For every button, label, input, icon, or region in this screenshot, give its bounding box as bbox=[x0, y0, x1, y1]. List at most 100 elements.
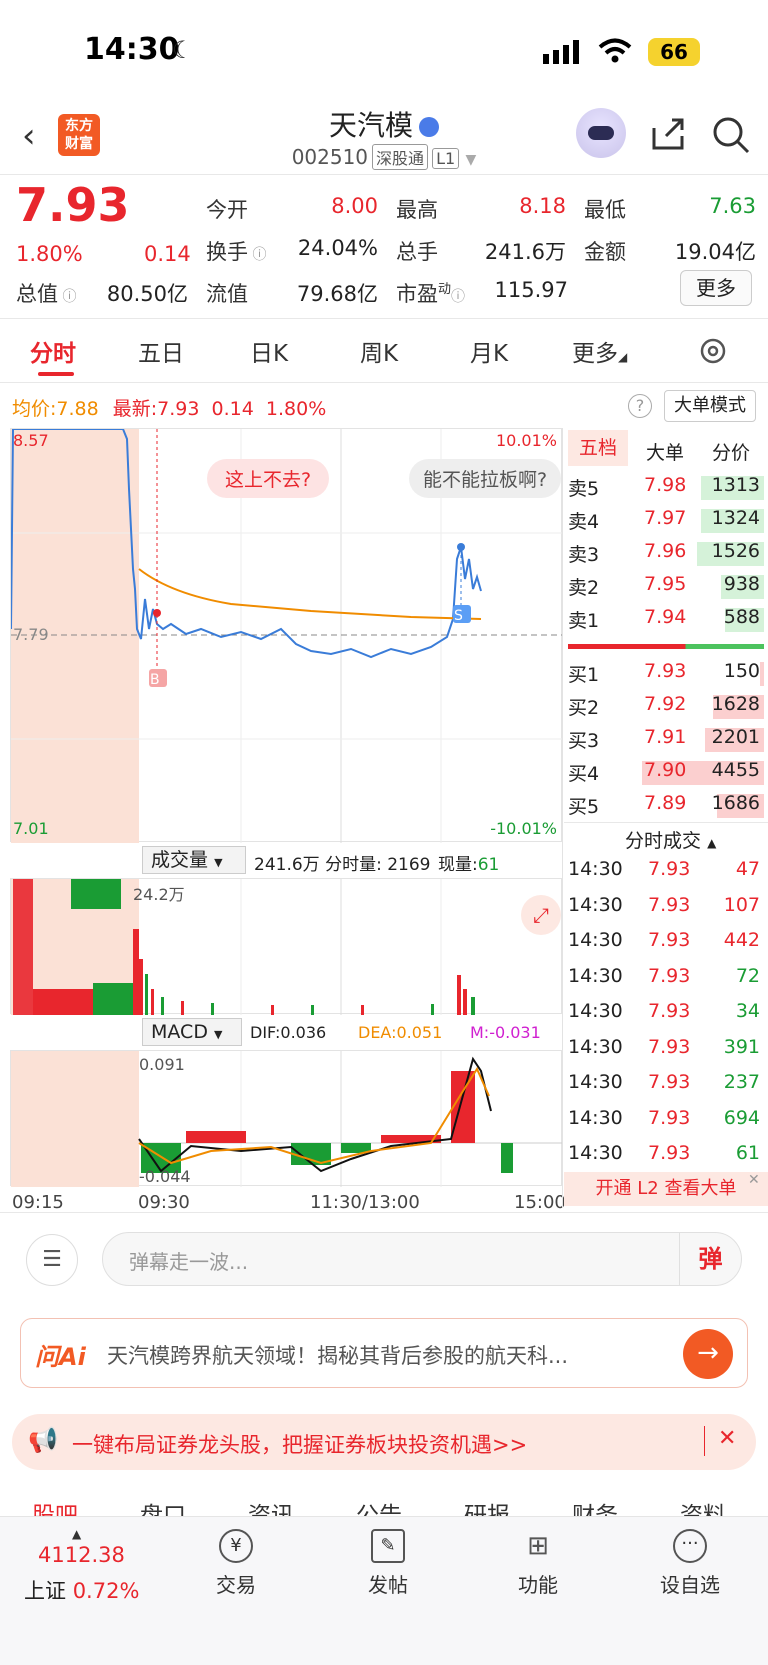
sell-marker: S bbox=[454, 608, 463, 624]
time-0: 09:15 bbox=[12, 1192, 64, 1213]
time-1: 09:30 bbox=[138, 1192, 190, 1213]
bid-row[interactable]: 买1 7.93 150 bbox=[568, 660, 764, 690]
danmu-send-button[interactable]: 弹 bbox=[679, 1233, 741, 1285]
trade-row: 14:30 7.93 107 bbox=[568, 893, 760, 916]
ai-go-button[interactable]: → bbox=[683, 1329, 733, 1379]
ob-tab-five[interactable]: 五档 bbox=[568, 430, 628, 466]
big-order-mode-button[interactable]: 大单模式 bbox=[664, 390, 756, 422]
float-label: 流值 bbox=[206, 282, 248, 306]
tab-monthly[interactable]: 月K bbox=[470, 334, 508, 368]
amount-value: 19.04亿 bbox=[674, 240, 756, 264]
macd-selector[interactable]: MACD ▼ bbox=[142, 1018, 242, 1046]
tab-more[interactable]: 更多◢ bbox=[572, 334, 627, 368]
mcap-value: 80.50亿 bbox=[106, 282, 188, 306]
change-abs: 0.14 bbox=[144, 242, 191, 266]
macd-bot-label: -0.044 bbox=[139, 1167, 191, 1186]
tab-weekly[interactable]: 周K bbox=[360, 334, 398, 368]
time-2: 11:30/13:00 bbox=[310, 1192, 420, 1213]
pct-bot-label: -10.01% bbox=[490, 819, 557, 838]
signal-icon bbox=[543, 40, 579, 64]
status-time: 14:30 bbox=[84, 32, 180, 67]
bid-row[interactable]: 买3 7.91 2201 bbox=[568, 726, 764, 756]
mcap-label[interactable]: 总值 ⓘ bbox=[16, 278, 76, 308]
chart-info: 均价:7.88 最新:7.93 0.14 1.80% bbox=[12, 398, 327, 420]
pe-value: 115.97 bbox=[494, 278, 568, 302]
change-pct: 1.80% bbox=[16, 242, 83, 266]
trade-row: 14:30 7.93 61 bbox=[568, 1142, 760, 1164]
amount-label: 金额 bbox=[584, 240, 626, 264]
trade-row: 14:30 7.93 391 bbox=[568, 1035, 760, 1058]
tab-daily[interactable]: 日K bbox=[250, 334, 288, 368]
current-price: 7.93 bbox=[16, 178, 130, 232]
ask-row[interactable]: 卖1 7.94 588 bbox=[568, 606, 764, 636]
volume-chart[interactable]: 24.2万 ⤢ bbox=[10, 878, 562, 1015]
nav-trade[interactable]: ¥ 交易 bbox=[186, 1529, 286, 1598]
danmu-bubble-1: 这上不去? bbox=[207, 459, 330, 498]
trade-row: 14:30 7.93 72 bbox=[568, 964, 760, 987]
open-label: 今开 bbox=[206, 198, 248, 222]
tab-underline bbox=[38, 372, 74, 376]
ai-suggestion[interactable]: 问Ai 天汽模跨界航天领域！揭秘其背后参股的航天科... → bbox=[20, 1318, 748, 1388]
trade-row: 14:30 7.93 34 bbox=[568, 1000, 760, 1022]
high-value: 8.18 bbox=[519, 194, 566, 218]
tab-intraday[interactable]: 分时 bbox=[30, 334, 76, 368]
bid-row[interactable]: 买2 7.92 1628 bbox=[568, 693, 764, 723]
ask-row[interactable]: 卖5 7.98 1313 bbox=[568, 474, 764, 504]
volume-label: 总手 bbox=[396, 240, 438, 264]
bid-row[interactable]: 买5 7.89 1686 bbox=[568, 792, 764, 822]
nav-post[interactable]: ✎ 发帖 bbox=[338, 1529, 438, 1598]
pct-top-label: 10.01% bbox=[495, 431, 557, 450]
ask-row[interactable]: 卖4 7.97 1324 bbox=[568, 507, 764, 537]
volume-value: 241.6万 bbox=[484, 240, 566, 264]
trades-title[interactable]: 分时成交 ▲ bbox=[625, 826, 716, 853]
volume-header: 成交量 ▼ 241.6万 分时量: 2169 现量:61 bbox=[10, 846, 562, 876]
nav-function[interactable]: ⊞ 功能 bbox=[488, 1529, 588, 1598]
bid-row[interactable]: 买4 7.90 4455 bbox=[568, 759, 764, 789]
trade-icon: ¥ bbox=[219, 1529, 253, 1563]
expand-icon[interactable]: ⤢ bbox=[521, 895, 561, 935]
macd-chart[interactable]: 0.091 -0.044 bbox=[10, 1050, 563, 1187]
float-value: 79.68亿 bbox=[296, 282, 378, 306]
trade-row: 14:30 7.93 237 bbox=[568, 1071, 760, 1093]
turnover-label[interactable]: 换手 ⓘ bbox=[206, 236, 266, 266]
search-icon[interactable] bbox=[712, 116, 750, 154]
low-label: 最低 bbox=[584, 198, 626, 222]
promo-banner[interactable]: 📢 一键布局证券龙头股，把握证券板块投资机遇>> ✕ bbox=[12, 1414, 756, 1470]
time-3: 15:00 bbox=[514, 1192, 566, 1213]
ob-tab-price[interactable]: 分价 bbox=[712, 438, 750, 465]
pe-label[interactable]: 市盈动ⓘ bbox=[396, 278, 465, 308]
battery-indicator: 66 bbox=[648, 38, 700, 66]
nav-watchlist[interactable]: ··· 设自选 bbox=[640, 1529, 740, 1598]
gear-icon[interactable] bbox=[698, 336, 728, 366]
share-icon[interactable] bbox=[650, 116, 686, 152]
danmu-list-icon[interactable]: ☰ bbox=[26, 1234, 78, 1286]
moon-icon: ☾ bbox=[172, 36, 194, 64]
robot-avatar[interactable] bbox=[576, 108, 626, 158]
tab-5day[interactable]: 五日 bbox=[138, 334, 184, 368]
banner-close-icon[interactable]: ✕ bbox=[718, 1426, 736, 1451]
trade-row: 14:30 7.93 47 bbox=[568, 858, 760, 880]
danmu-input[interactable]: 弹幕走一波... 弹 bbox=[102, 1232, 742, 1286]
turnover-value: 24.04% bbox=[297, 236, 378, 260]
trade-row: 14:30 7.93 694 bbox=[568, 1106, 760, 1129]
more-button[interactable]: 更多 bbox=[680, 270, 752, 306]
trade-row: 14:30 7.93 442 bbox=[568, 929, 760, 951]
buy-marker: B bbox=[150, 672, 160, 688]
macd-top-label: 0.091 bbox=[139, 1055, 185, 1074]
volume-max-label: 24.2万 bbox=[133, 885, 185, 904]
danmu-bubble-2: 能不能拉板啊? bbox=[409, 459, 562, 498]
l2-banner[interactable]: 开通 L2 查看大单 bbox=[564, 1172, 768, 1206]
y-bot-label: 7.01 bbox=[13, 819, 49, 838]
grid-icon: ⊞ bbox=[527, 1531, 549, 1561]
verified-icon bbox=[419, 117, 439, 137]
l2-close-icon[interactable]: ✕ bbox=[748, 1172, 760, 1188]
volume-selector[interactable]: 成交量 ▼ bbox=[142, 846, 246, 874]
ob-tab-big[interactable]: 大单 bbox=[646, 438, 684, 465]
y-top-label: 8.57 bbox=[13, 431, 49, 450]
megaphone-icon: 📢 bbox=[28, 1426, 58, 1454]
high-label: 最高 bbox=[396, 198, 438, 222]
help-icon[interactable]: ? bbox=[628, 394, 652, 418]
ask-row[interactable]: 卖2 7.95 938 bbox=[568, 573, 764, 603]
price-chart[interactable]: B S 8.57 7.79 7.01 10.01% -10.01% 这上不去? … bbox=[10, 428, 563, 843]
ask-row[interactable]: 卖3 7.96 1526 bbox=[568, 540, 764, 570]
